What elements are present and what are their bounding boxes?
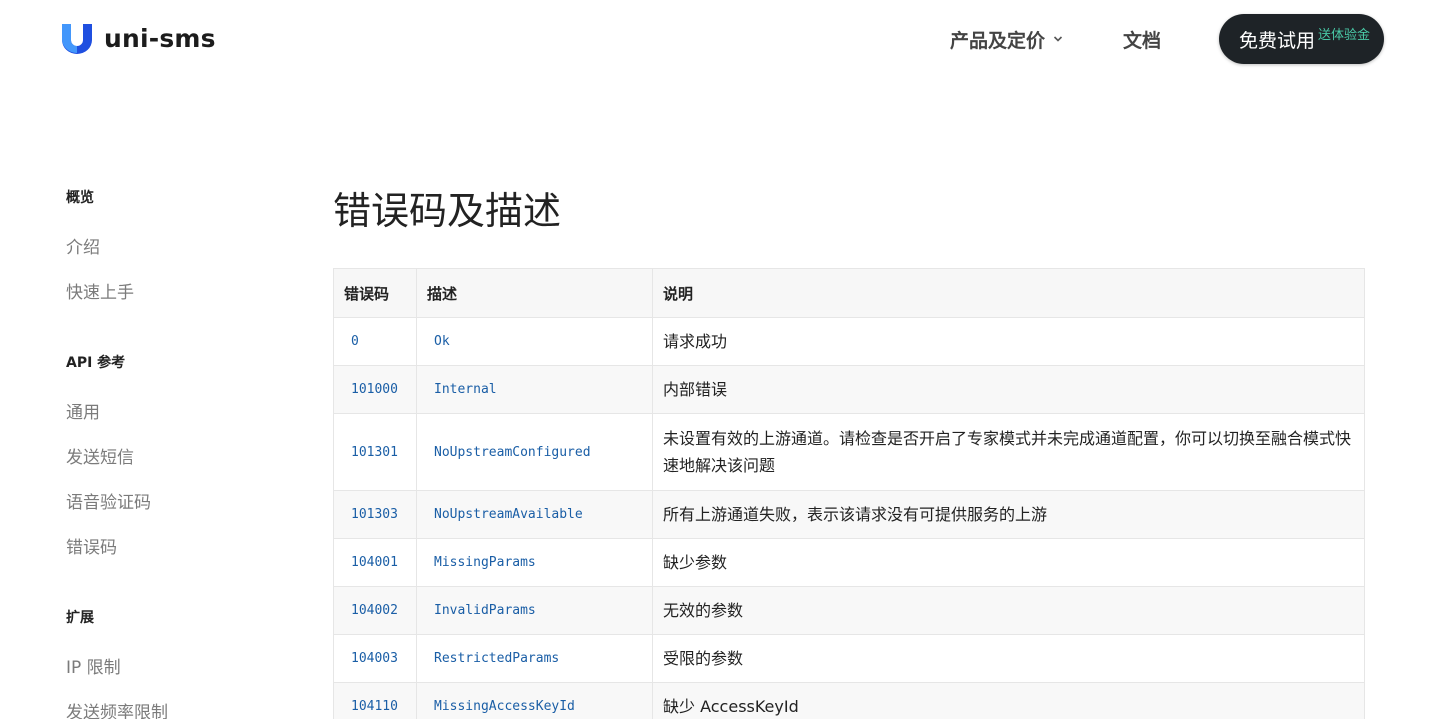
error-desc-cell: 受限的参数: [652, 634, 1365, 683]
sidebar-item-quickstart[interactable]: 快速上手: [66, 278, 134, 303]
column-header-desc: 说明: [652, 268, 1365, 318]
error-name-cell: RestrictedParams: [416, 634, 653, 683]
table-header-row: 错误码 描述 说明: [333, 268, 1365, 318]
error-desc-cell: 未设置有效的上游通道。请检查是否开启了专家模式并未完成通道配置，你可以切换至融合…: [652, 413, 1365, 491]
top-nav: 产品及定价 文档 免费试用 送体验金: [950, 14, 1384, 64]
sidebar-item-rate-limit[interactable]: 发送频率限制: [66, 698, 168, 719]
sidebar-heading-api: API 参考: [66, 355, 126, 371]
trial-bonus-badge: 送体验金: [1317, 27, 1370, 43]
error-code-cell: 0: [333, 317, 417, 366]
nav-products-label: 产品及定价: [949, 29, 1045, 52]
table-row: 101000 Internal 内部错误: [333, 365, 1365, 414]
chevron-down-icon: [1053, 36, 1063, 42]
free-trial-button[interactable]: 免费试用 送体验金: [1218, 14, 1384, 64]
error-code-table: 错误码 描述 说明 0 Ok 请求成功 101000 Internal 内部错误…: [333, 268, 1365, 719]
sidebar-item-common[interactable]: 通用: [66, 398, 100, 423]
top-header: uni-sms 产品及定价 文档 免费试用 送体验金: [0, 0, 1440, 80]
error-code-cell: 104002: [333, 586, 417, 635]
error-code-cell: 104001: [333, 538, 417, 587]
page-title: 错误码及描述: [333, 189, 562, 233]
free-trial-label: 免费试用: [1238, 29, 1315, 52]
sidebar-heading-extensions: 扩展: [66, 610, 94, 626]
sidebar-item-intro[interactable]: 介绍: [66, 233, 100, 258]
table-row: 101303 NoUpstreamAvailable 所有上游通道失败，表示该请…: [333, 490, 1365, 539]
error-desc-cell: 缺少参数: [652, 538, 1365, 587]
error-desc-cell: 缺少 AccessKeyId: [652, 682, 1365, 719]
nav-products-menu[interactable]: 产品及定价: [950, 26, 1063, 53]
sidebar-item-error-codes[interactable]: 错误码: [66, 533, 117, 558]
nav-docs-label: 文档: [1122, 29, 1161, 52]
error-code-cell: 104003: [333, 634, 417, 683]
error-name-cell: MissingParams: [416, 538, 653, 587]
sidebar-item-send-sms[interactable]: 发送短信: [66, 443, 134, 468]
error-name-cell: NoUpstreamConfigured: [416, 413, 653, 491]
error-desc-cell: 所有上游通道失败，表示该请求没有可提供服务的上游: [652, 490, 1365, 539]
error-desc-cell: 请求成功: [652, 317, 1365, 366]
table-row: 0 Ok 请求成功: [333, 317, 1365, 366]
column-header-name: 描述: [416, 268, 653, 318]
error-name-cell: MissingAccessKeyId: [416, 682, 653, 719]
table-row: 104001 MissingParams 缺少参数: [333, 538, 1365, 587]
table-row: 104002 InvalidParams 无效的参数: [333, 586, 1365, 635]
table-row: 104003 RestrictedParams 受限的参数: [333, 634, 1365, 683]
uni-logo-icon: [62, 24, 92, 54]
error-code-cell: 101301: [333, 413, 417, 491]
sidebar-item-voice-code[interactable]: 语音验证码: [66, 488, 151, 513]
logo-link[interactable]: uni-sms: [60, 22, 216, 54]
error-desc-cell: 内部错误: [652, 365, 1365, 414]
error-code-cell: 101000: [333, 365, 417, 414]
error-name-cell: Ok: [416, 317, 653, 366]
error-code-cell: 101303: [333, 490, 417, 539]
error-name-cell: InvalidParams: [416, 586, 653, 635]
table-row: 101301 NoUpstreamConfigured 未设置有效的上游通道。请…: [333, 413, 1365, 491]
error-name-cell: NoUpstreamAvailable: [416, 490, 653, 539]
error-name-cell: Internal: [416, 365, 653, 414]
nav-docs-link[interactable]: 文档: [1123, 26, 1161, 53]
column-header-code: 错误码: [333, 268, 417, 318]
sidebar-heading-overview: 概览: [66, 190, 94, 206]
table-row: 104110 MissingAccessKeyId 缺少 AccessKeyId: [333, 682, 1365, 719]
error-desc-cell: 无效的参数: [652, 586, 1365, 635]
sidebar-item-ip-limit[interactable]: IP 限制: [66, 653, 121, 678]
brand-name: uni-sms: [104, 23, 216, 53]
error-code-cell: 104110: [333, 682, 417, 719]
